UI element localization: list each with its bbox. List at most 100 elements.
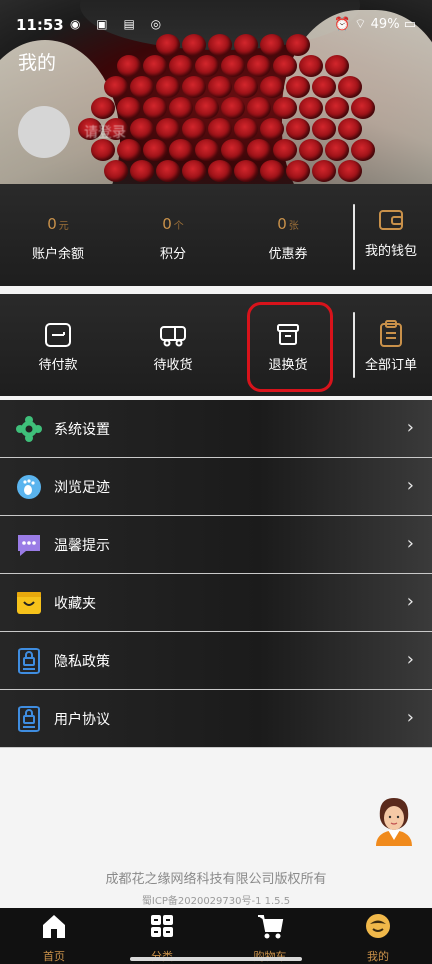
- profile-icon: [366, 914, 390, 938]
- rose-flower: [325, 97, 349, 119]
- rose-flower: [247, 55, 271, 77]
- menu-item-favorites[interactable]: 收藏夹 ›: [0, 574, 432, 632]
- rose-flower: [286, 76, 310, 98]
- clipboard-icon: [380, 320, 402, 347]
- avatar[interactable]: [18, 106, 70, 158]
- menu-label: 用户协议: [54, 712, 110, 728]
- agreement-lock-icon: [18, 706, 40, 732]
- rose-flower: [338, 118, 362, 140]
- highlight-frame: [247, 302, 333, 392]
- status-bar: 11:53 ◉ ▣ ▤ ◎ ⏰ ⌔ 49% ▭: [0, 0, 432, 46]
- login-link[interactable]: 请登录: [84, 122, 126, 142]
- menu-item-history[interactable]: 浏览足迹 ›: [0, 458, 432, 516]
- chevron-right-icon: ›: [406, 417, 414, 438]
- menu-label: 系统设置: [54, 422, 110, 438]
- rose-flower: [143, 55, 167, 77]
- rose-flower: [195, 139, 219, 161]
- menu-item-privacy[interactable]: 隐私政策 ›: [0, 632, 432, 690]
- copyright-text: 成都花之缘网络科技有限公司版权所有: [105, 872, 327, 887]
- coupons-value: 0: [277, 215, 287, 233]
- rose-flower: [130, 76, 154, 98]
- page-title: 我的: [18, 52, 57, 74]
- status-time: 11:53: [16, 16, 64, 34]
- rose-flower: [182, 160, 206, 182]
- rose-flower: [299, 55, 323, 77]
- points-value: 0: [162, 215, 172, 233]
- rose-flower: [182, 118, 206, 140]
- coupons-stat[interactable]: 0张 优惠券: [242, 214, 334, 262]
- wifi-icon: ⌔: [354, 17, 367, 32]
- pending-payment-label: 待付款: [38, 358, 78, 373]
- rose-flower: [156, 76, 180, 98]
- tab-category[interactable]: 分类: [122, 908, 202, 964]
- rose-flower: [299, 139, 323, 161]
- notification-icons: ◉ ▣ ▤ ◎: [70, 17, 168, 31]
- menu-item-settings[interactable]: 系统设置 ›: [0, 400, 432, 458]
- tab-home[interactable]: 首页: [14, 908, 94, 964]
- menu-item-tips[interactable]: 温馨提示 ›: [0, 516, 432, 574]
- rose-flower: [221, 97, 245, 119]
- rose-flower: [169, 97, 193, 119]
- balance-stat[interactable]: 0元 账户余额: [12, 214, 104, 262]
- rose-flower: [234, 76, 258, 98]
- home-icon: [43, 915, 65, 938]
- rose-flower: [234, 160, 258, 182]
- rose-flower: [312, 118, 336, 140]
- rose-flower: [156, 160, 180, 182]
- profile-header: 11:53 ◉ ▣ ▤ ◎ ⏰ ⌔ 49% ▭ 我的 请登录: [0, 0, 432, 184]
- footprint-icon: [17, 475, 41, 499]
- message-icon: [18, 535, 40, 556]
- pending-receipt-button[interactable]: 待收货: [127, 322, 219, 373]
- rose-flower: [247, 97, 271, 119]
- tab-profile[interactable]: 我的: [338, 908, 418, 964]
- rose-flower: [338, 160, 362, 182]
- battery-icon: ▭: [403, 17, 416, 32]
- rose-flower: [104, 160, 128, 182]
- divider: [353, 312, 355, 378]
- rose-flower: [299, 97, 323, 119]
- all-orders-label: 全部订单: [364, 358, 417, 373]
- tab-label: 分类: [122, 948, 202, 964]
- wallet-panel: 0元 账户余额 0个 积分 0张 优惠券 我的钱包: [0, 184, 432, 286]
- rose-flower: [195, 97, 219, 119]
- pending-payment-button[interactable]: 待付款: [12, 322, 104, 373]
- chevron-right-icon: ›: [406, 475, 414, 496]
- rose-flower: [117, 55, 141, 77]
- favorite-box-icon: [17, 592, 41, 614]
- rose-flower: [130, 118, 154, 140]
- rose-flower: [351, 97, 375, 119]
- status-right: ⏰ ⌔ 49% ▭: [334, 16, 416, 32]
- rose-flower: [221, 55, 245, 77]
- divider: [353, 204, 355, 270]
- wallet-card-icon: [45, 323, 71, 347]
- tab-label: 我的: [367, 950, 389, 963]
- tab-cart[interactable]: 购物车: [230, 908, 310, 964]
- tab-bar: 首页 分类 购物车 我的: [0, 908, 432, 964]
- rose-flower: [286, 118, 310, 140]
- truck-icon: [160, 326, 186, 347]
- cart-icon: [258, 915, 284, 939]
- my-wallet-button[interactable]: 我的钱包: [358, 208, 424, 259]
- rose-flower: [338, 76, 362, 98]
- customer-service-avatar[interactable]: [370, 794, 418, 846]
- menu-item-agreement[interactable]: 用户协议 ›: [0, 690, 432, 748]
- points-stat[interactable]: 0个 积分: [127, 214, 219, 262]
- menu-label: 收藏夹: [54, 596, 96, 612]
- rose-flower: [130, 160, 154, 182]
- chevron-right-icon: ›: [406, 533, 414, 554]
- coupons-label: 优惠券: [268, 247, 308, 262]
- pending-receipt-label: 待收货: [153, 358, 193, 373]
- rose-flower: [260, 160, 284, 182]
- alarm-icon: ⏰: [333, 17, 351, 32]
- rose-flower: [182, 76, 206, 98]
- rose-flower: [351, 139, 375, 161]
- rose-flower: [156, 118, 180, 140]
- rose-flower: [260, 118, 284, 140]
- balance-value: 0: [47, 215, 57, 233]
- rose-flower: [325, 55, 349, 77]
- all-orders-button[interactable]: 全部订单: [358, 320, 424, 373]
- rose-flower: [221, 139, 245, 161]
- rose-flower: [208, 160, 232, 182]
- balance-label: 账户余额: [31, 247, 84, 262]
- gesture-bar: [130, 957, 302, 961]
